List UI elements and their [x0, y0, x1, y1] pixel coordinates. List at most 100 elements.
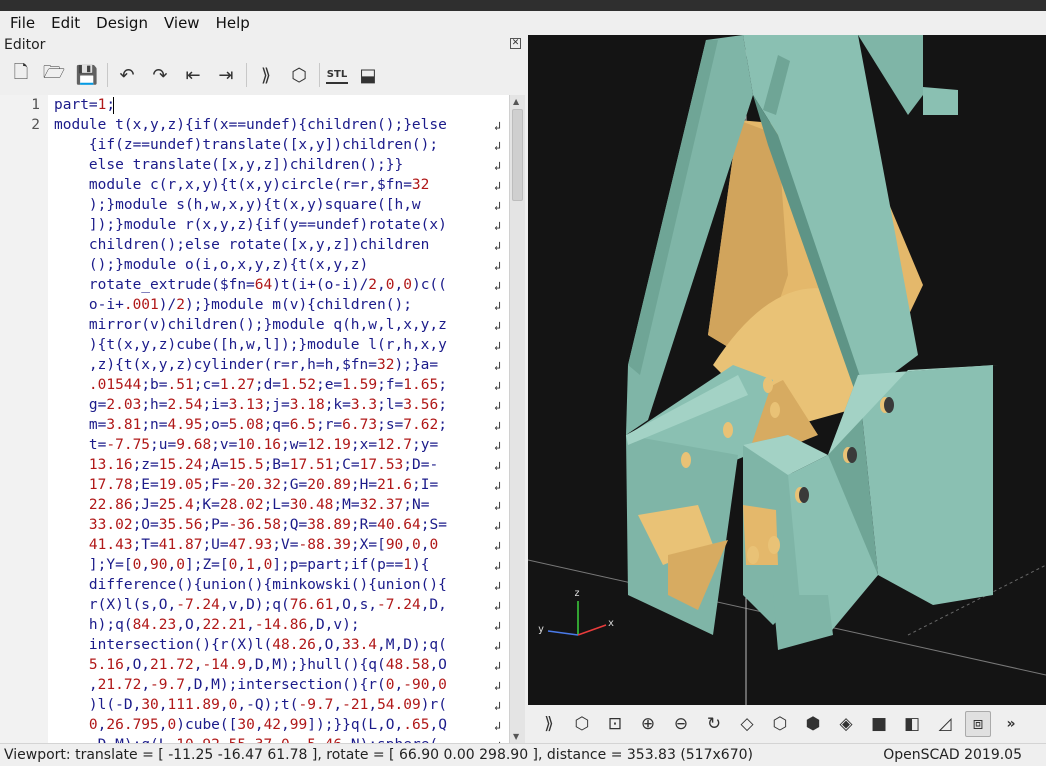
wrap-marker-icon: ↲: [494, 519, 502, 533]
wrap-marker-icon: ↲: [494, 599, 502, 613]
render-icon[interactable]: ⬡: [569, 711, 595, 737]
code-line: module c(r,x,y){t(x,y)circle(r=r,$fn=32: [54, 177, 430, 193]
undo-icon[interactable]: ↶: [114, 62, 140, 88]
view-front-icon[interactable]: ■: [866, 711, 892, 737]
x-axis-label: x: [608, 618, 615, 629]
line-number-gutter: 1 2: [0, 95, 48, 743]
zoom-in-icon[interactable]: ⊕: [635, 711, 661, 737]
wrap-marker-icon: ↲: [494, 179, 502, 193]
wrap-marker-icon: ↲: [494, 339, 502, 353]
editor-scrollbar[interactable]: ▲ ▼: [509, 95, 525, 743]
code-line: difference(){union(){minkowski(){union()…: [54, 577, 447, 593]
wrap-marker-icon: ↲: [494, 359, 502, 373]
wrap-marker-icon: ↲: [494, 139, 502, 153]
code-line: 17.78;E=19.05;F=-20.32;G=20.89;H=21.6;I=: [88, 477, 439, 493]
code-line: 22.86;J=25.4;K=28.02;L=30.48;M=32.37;N=: [88, 497, 430, 513]
code-line: mirror(v)children();}module q(h,w,l,x,y,…: [54, 317, 447, 333]
wrap-marker-icon: ↲: [494, 459, 502, 473]
menu-help[interactable]: Help: [208, 14, 258, 32]
wrap-marker-icon: ↲: [494, 299, 502, 313]
zoom-all-icon[interactable]: ⊡: [602, 711, 628, 737]
menu-design[interactable]: Design: [88, 14, 156, 32]
preview-icon[interactable]: ⟫: [536, 711, 562, 737]
save-icon[interactable]: 💾: [74, 62, 100, 88]
editor-toolbar: 🗋 🗁 💾 ↶ ↷ ⇤ ⇥ ⟫ ⬡ STL ⬓: [0, 59, 527, 91]
x-axis-line: [577, 624, 607, 636]
export-stl-icon[interactable]: STL: [326, 66, 348, 84]
code-line: );}module s(h,w,x,y){t(x,y)square([h,w: [54, 197, 421, 213]
orthogonal-icon[interactable]: ⧈: [965, 711, 991, 737]
y-axis-line: [547, 630, 579, 636]
editor-close-icon[interactable]: ✕: [510, 38, 521, 49]
wrap-marker-icon: ↲: [494, 159, 502, 173]
code-line: r(X)l(s,O,-7.24,v,D);q(76.61,O,s,-7.24,D…: [54, 597, 447, 613]
wrap-marker-icon: ↲: [494, 499, 502, 513]
wrap-marker-icon: ↲: [494, 279, 502, 293]
code-line: h);q(84.23,O,22.21,-14.86,D,v);: [54, 617, 360, 633]
menu-view[interactable]: View: [156, 14, 208, 32]
z-axis-label: z: [574, 588, 581, 599]
wrap-marker-icon: ↲: [494, 259, 502, 273]
wrap-marker-icon: ↲: [494, 479, 502, 493]
y-axis-label: y: [538, 624, 545, 635]
wrap-marker-icon: ↲: [494, 199, 502, 213]
wrap-marker-icon: ↲: [494, 639, 502, 653]
reset-view-icon[interactable]: ↻: [701, 711, 727, 737]
code-line: 0,26.795,0)cube([30,42,99]);}}q(L,O,.65,…: [88, 717, 447, 733]
3d-viewport[interactable]: z x y: [528, 35, 1046, 705]
wrap-marker-icon: ↲: [494, 219, 502, 233]
code-line: {if(z==undef)translate([x,y])children();: [54, 137, 439, 153]
open-file-icon[interactable]: 🗁: [41, 62, 67, 88]
menu-edit[interactable]: Edit: [43, 14, 88, 32]
editor-title: Editor: [4, 37, 46, 53]
view-bottom-icon[interactable]: ⬢: [800, 711, 826, 737]
code-line: 5.16,O,21.72,-14.9,D,M);}hull(){q(48.58,…: [88, 657, 447, 673]
model-render: [528, 35, 1046, 705]
view-toolbar: ⟫ ⬡ ⊡ ⊕ ⊖ ↻ ◇ ⬡ ⬢ ◈ ■ ◧ ◿ ⧈ »: [528, 705, 1046, 743]
view-right-icon[interactable]: ◇: [734, 711, 760, 737]
code-line: module t(x,y,z){if(x==undef){children();…: [54, 117, 447, 133]
code-line: t=-7.75;u=9.68;v=10.16;w=12.19;x=12.7;y=: [54, 437, 439, 453]
scrollbar-thumb[interactable]: [512, 109, 523, 201]
line-number: 1: [31, 97, 40, 113]
code-line: ];Y=[0,90,0];Z=[0,1,0];p=part;if(p==1){: [54, 557, 430, 573]
menu-file[interactable]: File: [2, 14, 43, 32]
unindent-icon[interactable]: ⇤: [180, 62, 206, 88]
editor-panel: Editor ✕ 🗋 🗁 💾 ↶ ↷ ⇤ ⇥ ⟫ ⬡ STL ⬓ 1 2 par…: [0, 35, 527, 743]
wrap-marker-icon: ↲: [494, 559, 502, 573]
wrap-marker-icon: ↲: [494, 539, 502, 553]
code-line: o-i+.001)/2);}module m(v){children();: [54, 297, 412, 313]
send-to-printer-icon[interactable]: ⬓: [355, 62, 381, 88]
code-line: )l(-D,30,111.89,0,-Q);t(-9.7,-21,54.09)r…: [54, 697, 447, 713]
code-line: intersection(){r(X)l(48.26,O,33.4,M,D);q…: [54, 637, 447, 653]
preview-icon[interactable]: ⟫: [253, 62, 279, 88]
indent-icon[interactable]: ⇥: [213, 62, 239, 88]
zoom-out-icon[interactable]: ⊖: [668, 711, 694, 737]
wrap-marker-icon: ↲: [494, 719, 502, 733]
text-cursor: [113, 97, 114, 114]
code-line: 13.16;z=15.24;A=15.5;B=17.51;C=17.53;D=-: [88, 457, 439, 473]
scroll-down-icon[interactable]: ▼: [513, 732, 519, 741]
toolbar-overflow-button[interactable]: »: [998, 711, 1024, 737]
wrap-marker-icon: ↲: [494, 319, 502, 333]
code-line: children();else rotate([x,y,z])children: [54, 237, 430, 253]
redo-icon[interactable]: ↷: [147, 62, 173, 88]
wrap-marker-icon: ↲: [494, 699, 502, 713]
code-line: g=2.03;h=2.54;i=3.13;j=3.18;k=3.3;l=3.56…: [54, 397, 447, 413]
wrap-marker-icon: ↲: [494, 379, 502, 393]
perspective-icon[interactable]: ◿: [932, 711, 958, 737]
view-back-icon[interactable]: ◧: [899, 711, 925, 737]
version-label: OpenSCAD 2019.05: [883, 747, 1022, 763]
view-top-icon[interactable]: ⬡: [767, 711, 793, 737]
render-icon[interactable]: ⬡: [286, 62, 312, 88]
wrap-marker-icon: ↲: [494, 419, 502, 433]
new-file-icon[interactable]: 🗋: [8, 62, 34, 88]
code-editor[interactable]: 1 2 part=1; module t(x,y,z){if(x==undef){…: [0, 95, 509, 743]
code-line: rotate_extrude($fn=64)t(i+(o-i)/2,0,0)c(…: [54, 277, 447, 293]
scroll-up-icon[interactable]: ▲: [513, 97, 519, 106]
code-line: .01544;b=.51;c=1.27;d=1.52;e=1.59;f=1.65…: [88, 377, 447, 393]
menubar: File Edit Design View Help: [0, 11, 1046, 35]
view-left-icon[interactable]: ◈: [833, 711, 859, 737]
wrap-marker-icon: ↲: [494, 239, 502, 253]
wrap-marker-icon: ↲: [494, 439, 502, 453]
